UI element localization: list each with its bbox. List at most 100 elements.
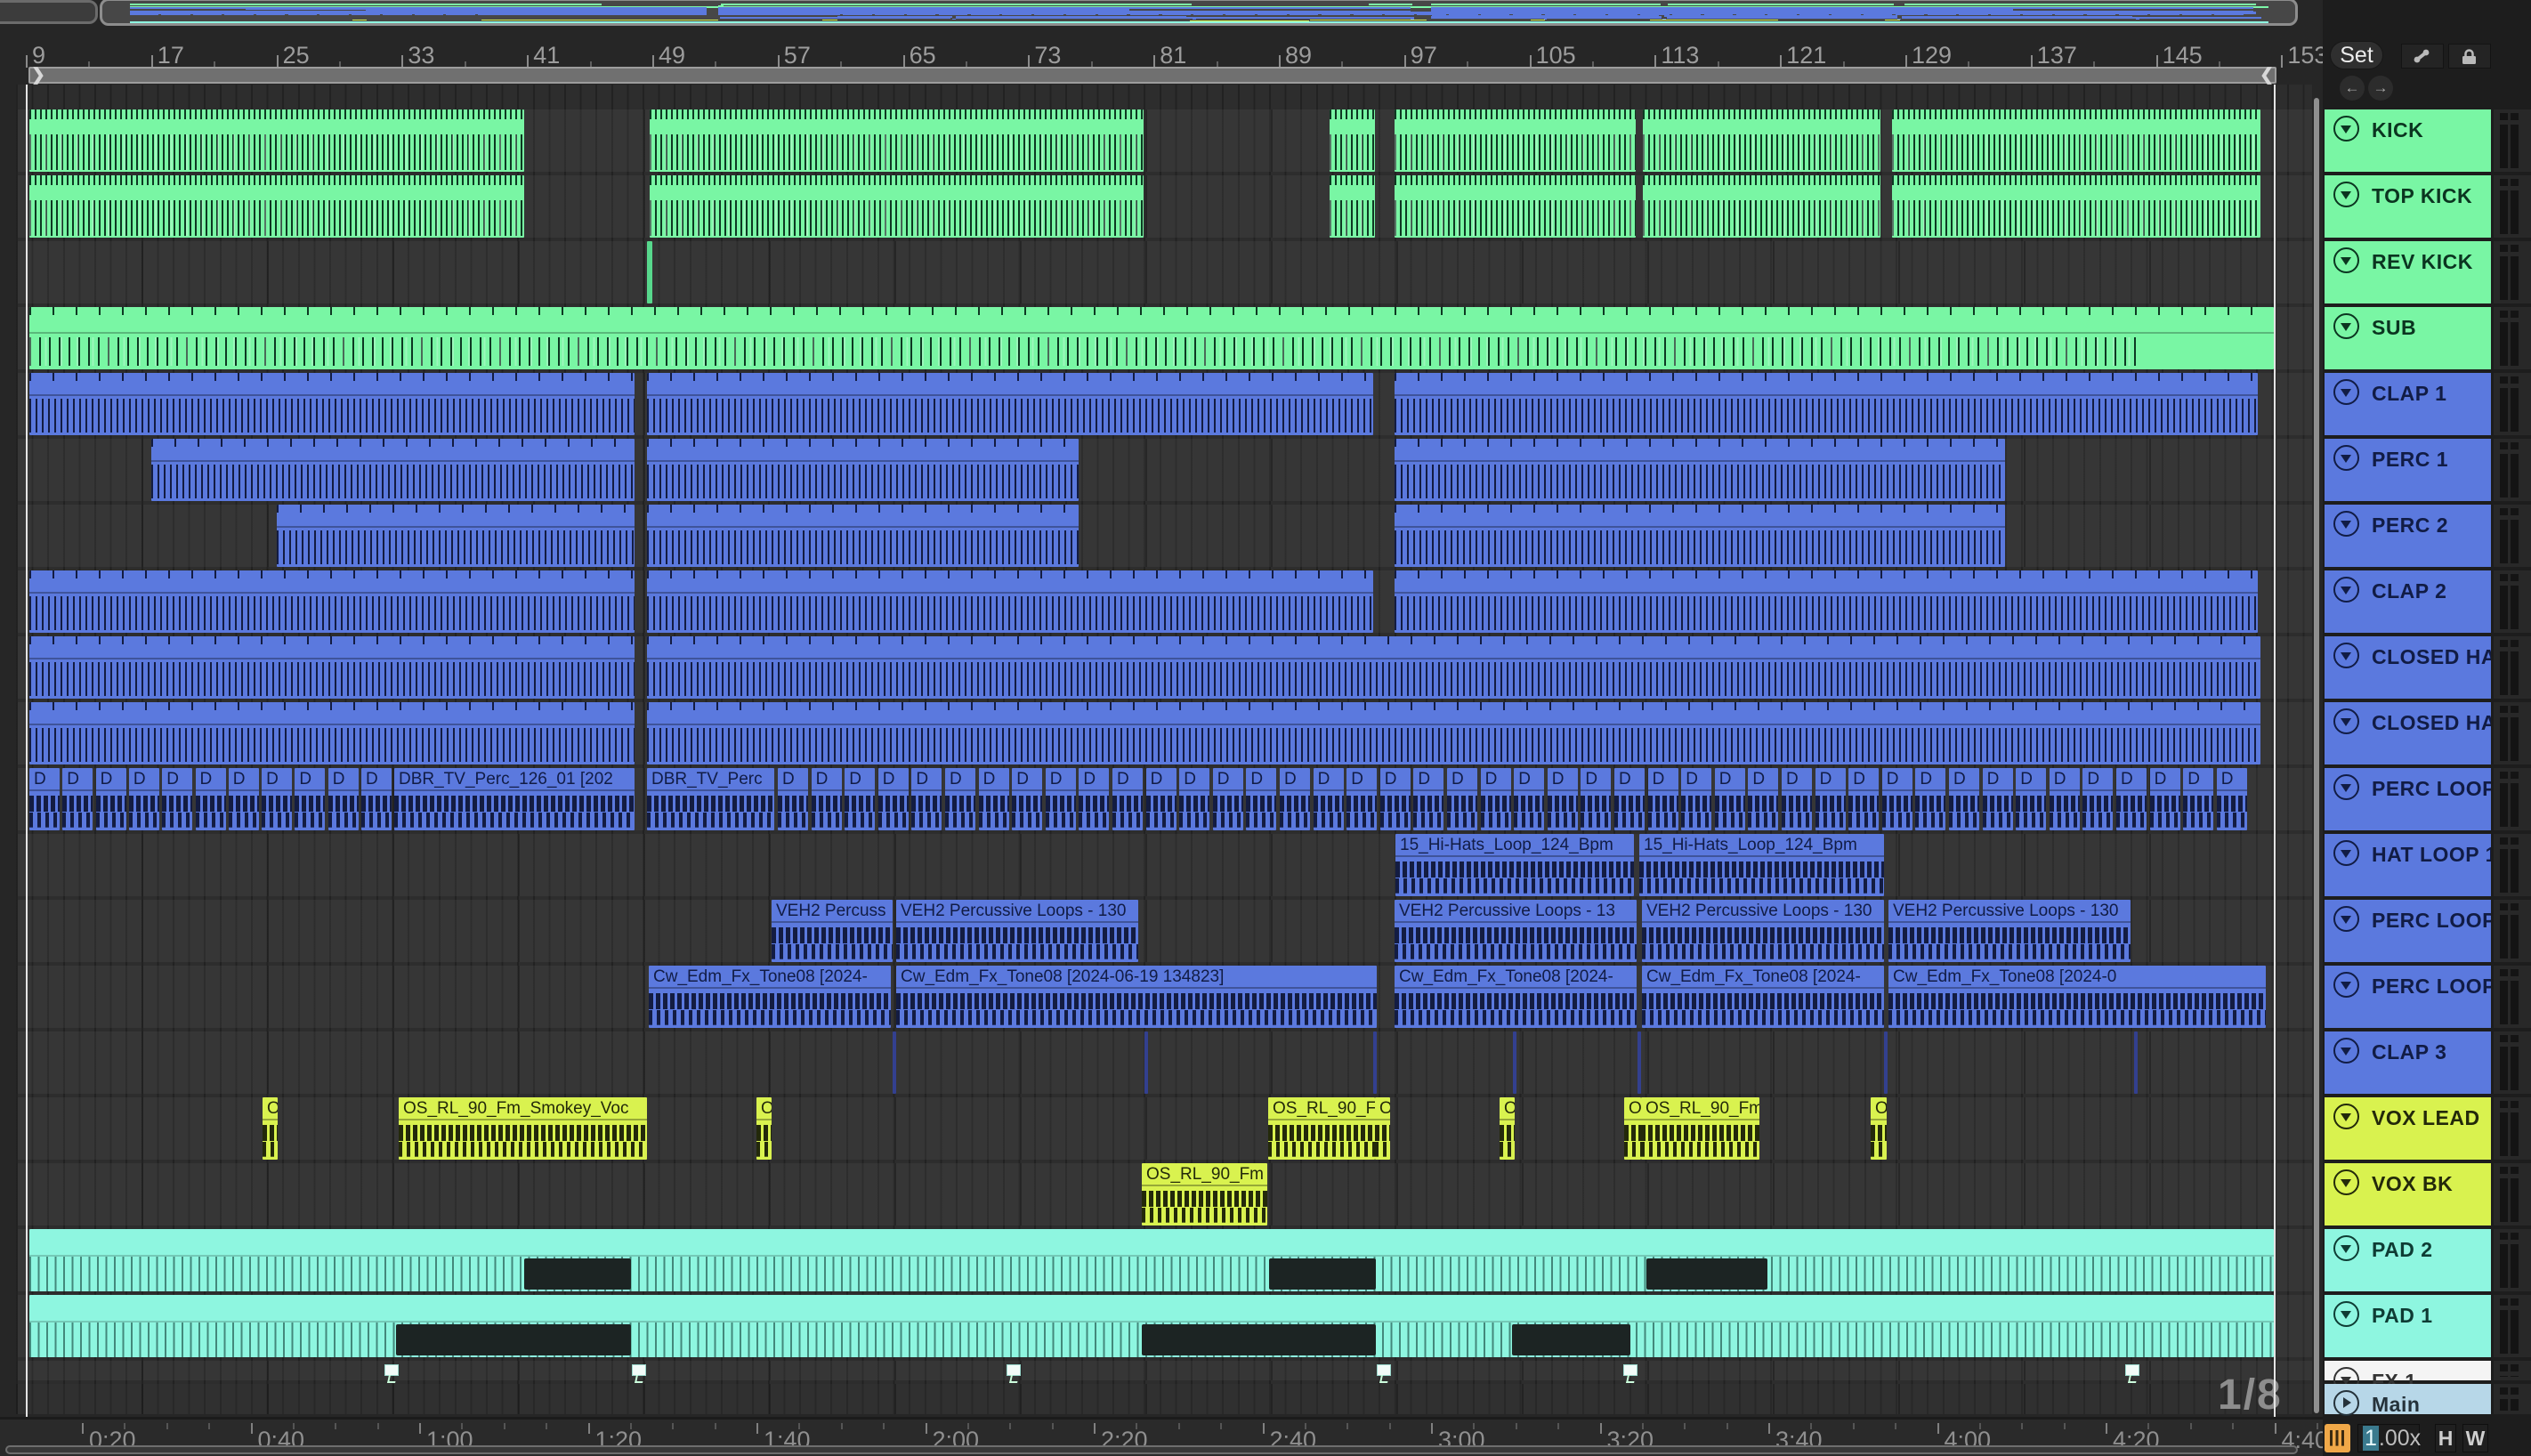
clip-veh2-percussive-loops-130[interactable]: VEH2 Percussive Loops - 130: [1888, 900, 2131, 962]
clip-d[interactable]: D: [945, 768, 975, 830]
fold-track-icon[interactable]: [2333, 379, 2359, 405]
clip-d[interactable]: D: [1379, 768, 1411, 830]
track-header-top-kick[interactable]: TOP KICK: [2325, 175, 2491, 238]
track-header-perc-loop-3[interactable]: PERC LOOP 3: [2325, 966, 2491, 1028]
fold-track-icon[interactable]: [2333, 247, 2359, 273]
track-header-closed-hat[interactable]: CLOSED HAT: [2325, 702, 2491, 764]
clip-d[interactable]: D: [2116, 768, 2147, 830]
clip-d[interactable]: D: [262, 768, 293, 830]
clip[interactable]: [1892, 175, 2260, 238]
clip-d[interactable]: D: [1280, 768, 1310, 830]
arrangement-lane-perc-2[interactable]: [16, 505, 2312, 567]
link-button[interactable]: [2401, 44, 2444, 69]
playback-speed-box[interactable]: 1.00x: [2357, 1424, 2421, 1452]
clip[interactable]: [1646, 1258, 1767, 1290]
forward-arrow-button[interactable]: →: [2368, 76, 2393, 101]
clip[interactable]: [1643, 109, 1880, 172]
clip-o[interactable]: O: [1871, 1097, 1887, 1160]
clip[interactable]: [1142, 1324, 1376, 1355]
clip-d[interactable]: D: [1881, 768, 1912, 830]
clip-d[interactable]: D: [911, 768, 942, 830]
clip-d[interactable]: D: [811, 768, 842, 830]
track-header-main[interactable]: Main: [2325, 1384, 2491, 1416]
track-header-clap-2[interactable]: CLAP 2: [2325, 570, 2491, 633]
fold-track-icon[interactable]: [2333, 1301, 2359, 1327]
arrangement-area[interactable]: D D D D D D D D D D D DBR_TV_Perc_126_01 [202 DBR_TV…: [0, 85, 2323, 1417]
clip[interactable]: [1395, 570, 2258, 633]
clip-d[interactable]: D: [1848, 768, 1880, 830]
play-icon[interactable]: [2333, 1390, 2359, 1416]
clip-o[interactable]: O: [1375, 1097, 1390, 1160]
clip[interactable]: [384, 1364, 399, 1376]
clip-d[interactable]: D: [1949, 768, 1979, 830]
track-header-closed-hat[interactable]: CLOSED HAT: [2325, 636, 2491, 699]
track-header-clap-1[interactable]: CLAP 1: [2325, 373, 2491, 435]
clip[interactable]: [1330, 109, 1375, 172]
clip[interactable]: [151, 439, 635, 501]
clip-d[interactable]: D: [1915, 768, 1946, 830]
track-header-perc-1[interactable]: PERC 1: [2325, 439, 2491, 501]
clip[interactable]: [29, 1229, 2274, 1291]
clip-d[interactable]: D: [1045, 768, 1076, 830]
arrangement-lane-kick[interactable]: [16, 109, 2312, 172]
clip-d[interactable]: D: [1748, 768, 1779, 830]
clip-d[interactable]: D: [1514, 768, 1545, 830]
clip-d[interactable]: D: [1346, 768, 1378, 830]
fold-track-icon[interactable]: [2333, 1038, 2359, 1064]
clip[interactable]: [1513, 1031, 1516, 1094]
height-zoom-button[interactable]: H: [2435, 1424, 2456, 1452]
audition-waveform-button[interactable]: [2325, 1424, 2350, 1452]
clip-cw-edm-fx-tone08-2024-[interactable]: Cw_Edm_Fx_Tone08 [2024-: [1395, 966, 1637, 1028]
arrangement-lane-perc-loop-2[interactable]: VEH2 Percuss VEH2 Percussive Loops - 130 V…: [16, 900, 2312, 962]
clip-d[interactable]: D: [845, 768, 876, 830]
back-arrow-button[interactable]: ←: [2340, 76, 2365, 101]
clip-dbr-tv-perc-126-01-202[interactable]: DBR_TV_Perc_126_01 [202: [394, 768, 635, 830]
clip[interactable]: [1643, 175, 1880, 238]
clip-veh2-percuss[interactable]: VEH2 Percuss: [772, 900, 893, 962]
clip-d[interactable]: D: [195, 768, 226, 830]
clip[interactable]: [1884, 1031, 1888, 1094]
track-header-clap-3[interactable]: CLAP 3: [2325, 1031, 2491, 1094]
clip[interactable]: [1395, 109, 1636, 172]
clip-d[interactable]: D: [1012, 768, 1043, 830]
clip-15-hi-hats-loop-124-bpm[interactable]: 15_Hi-Hats_Loop_124_Bpm: [1395, 834, 1634, 896]
arrangement-lane-perc-loop-3[interactable]: Cw_Edm_Fx_Tone08 [2024- Cw_Edm_Fx_Tone08 …: [16, 966, 2312, 1028]
clip[interactable]: [647, 373, 1373, 435]
clip-d[interactable]: D: [1447, 768, 1477, 830]
fold-track-icon[interactable]: [2333, 643, 2359, 668]
clip-15-hi-hats-loop-124-bpm[interactable]: 15_Hi-Hats_Loop_124_Bpm: [1639, 834, 1884, 896]
clip-veh2-percussive-loops-130[interactable]: VEH2 Percussive Loops - 130: [896, 900, 1138, 962]
arrangement-lane-sub[interactable]: [16, 307, 2312, 369]
clip[interactable]: [1892, 109, 2260, 172]
clip-d[interactable]: D: [95, 768, 126, 830]
arrangement-lane-hat-loop-1[interactable]: 15_Hi-Hats_Loop_124_Bpm 15_Hi-Hats_Loop_1…: [16, 834, 2312, 896]
clip-d[interactable]: D: [162, 768, 193, 830]
clip[interactable]: [647, 241, 652, 303]
clip-cw-edm-fx-tone08-2024-0[interactable]: Cw_Edm_Fx_Tone08 [2024-0: [1888, 966, 2266, 1028]
clip-os-rl-90-fm-smokey-voc[interactable]: OS_RL_90_Fm_Smokey_Voc: [399, 1097, 647, 1160]
clip-d[interactable]: D: [62, 768, 93, 830]
fold-track-icon[interactable]: [2333, 1235, 2359, 1261]
overview-pre-roll-box[interactable]: [0, 0, 98, 24]
clip-d[interactable]: D: [29, 768, 60, 830]
track-header-hat-loop-1[interactable]: HAT LOOP 1: [2325, 834, 2491, 896]
fold-track-icon[interactable]: [2333, 972, 2359, 998]
lock-button[interactable]: [2448, 44, 2491, 69]
clip[interactable]: [396, 1324, 631, 1355]
clip-d[interactable]: D: [1079, 768, 1110, 830]
track-header-pad-1[interactable]: PAD 1: [2325, 1295, 2491, 1357]
clip-d[interactable]: D: [2082, 768, 2114, 830]
clip[interactable]: [1330, 175, 1375, 238]
clip[interactable]: [1269, 1258, 1376, 1290]
clip-veh2-percussive-loops-130[interactable]: VEH2 Percussive Loops - 130: [1642, 900, 1884, 962]
clip-os-rl-90-fm[interactable]: OS_RL_90_Fm: [1142, 1163, 1267, 1225]
track-header-vox-lead[interactable]: VOX LEAD: [2325, 1097, 2491, 1160]
arrangement-lane-rev-kick[interactable]: [16, 241, 2312, 303]
clip-d[interactable]: D: [2183, 768, 2214, 830]
clip[interactable]: [29, 373, 635, 435]
clip[interactable]: [1395, 439, 2005, 501]
track-header-perc-loop-1[interactable]: PERC LOOP 1: [2325, 768, 2491, 830]
arrangement-lane-pad-1[interactable]: [16, 1295, 2312, 1357]
bar-ruler[interactable]: 9 17 25 33 41 49 57 65 73 81 89 97 105 113 121 129 137 14…: [0, 27, 2327, 69]
clip-d[interactable]: D: [2149, 768, 2180, 830]
